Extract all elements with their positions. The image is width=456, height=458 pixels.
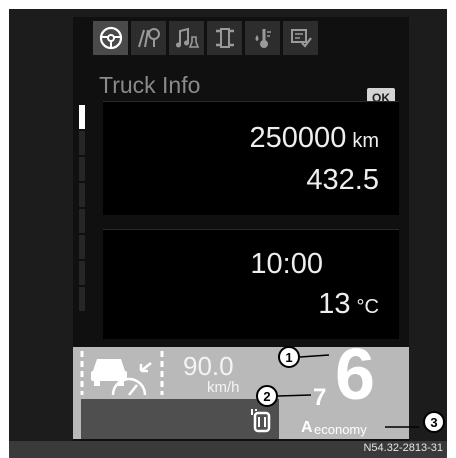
callout-leader-lines: [277, 354, 419, 428]
scrollbar-track-segment: [79, 183, 85, 207]
tab-settings[interactable]: [283, 21, 318, 55]
scrollbar-track-segment: [79, 235, 85, 259]
odometer-unit: km: [352, 130, 379, 152]
clock-readout: 10:00: [250, 248, 323, 280]
steering-wheel-icon: [99, 26, 122, 50]
scrollbar-track-segment: [79, 157, 85, 181]
tab-steering-wheel[interactable]: [93, 21, 128, 55]
callout-3: 3: [423, 411, 445, 433]
scrollbar-track-segment: [79, 261, 85, 285]
trip-readout: 432.5: [306, 164, 379, 197]
scrollbar-track-segment: [79, 131, 85, 155]
scrollbar-track-segment: [79, 209, 85, 233]
reference-strip: N54.32-2813-31: [9, 441, 447, 458]
scrollbar[interactable]: [79, 105, 85, 325]
menu-tab-bar: [93, 21, 318, 55]
tab-road-sign[interactable]: [131, 21, 166, 55]
settings-icon: [290, 29, 312, 48]
odometer-value: 250000: [249, 122, 347, 154]
callout-2: 2: [256, 385, 278, 407]
odometer-readout: 250000 km: [250, 122, 379, 155]
drive-status-bar: 90.0 km/h 6 7 A economy 1 2: [73, 339, 419, 439]
vehicle-status-icon: [215, 28, 234, 48]
menu-title: Truck Info: [99, 72, 201, 98]
temperature-icon: [255, 29, 271, 48]
odometer-panel: 250000 km 432.5: [103, 101, 399, 215]
multifunction-display: Truck Info OK 250000 km 432.5 10:00 13 °C: [73, 17, 419, 441]
tab-audio[interactable]: [169, 21, 204, 55]
trip-value: 432.5: [306, 164, 379, 196]
callout-1: 1: [278, 346, 300, 368]
time-temperature-panel: 10:00 13 °C: [103, 229, 399, 339]
road-sign-icon: [137, 28, 160, 48]
tab-temperature[interactable]: [245, 21, 280, 55]
temperature-readout: 13 °C: [318, 288, 379, 321]
scrollbar-thumb[interactable]: [79, 105, 85, 129]
temperature-value: 13: [318, 288, 351, 320]
temperature-unit: °C: [356, 296, 379, 318]
audio-icon: [175, 27, 199, 48]
scrollbar-track-segment: [79, 287, 85, 311]
instrument-cluster: Truck Info OK 250000 km 432.5 10:00 13 °C: [9, 9, 447, 448]
figure-reference: N54.32-2813-31: [363, 442, 443, 454]
tab-vehicle-status[interactable]: [207, 21, 242, 55]
